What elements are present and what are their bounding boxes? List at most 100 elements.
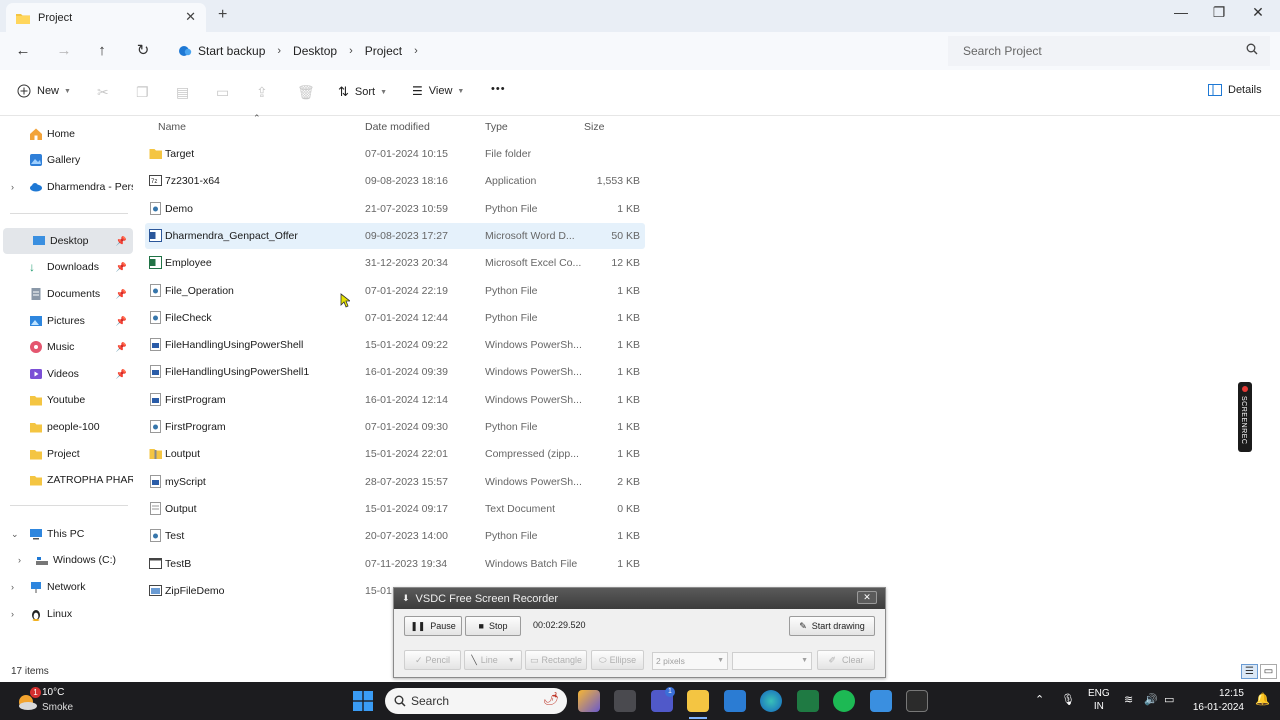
sidebar-item-downloads[interactable]: ↓ Downloads 📌 [0, 254, 133, 280]
file-row[interactable]: Employee 31-12-2023 20:34 Microsoft Excel … [145, 250, 645, 276]
column-header-date[interactable]: Date modified [365, 121, 430, 133]
file-explorer-icon[interactable] [687, 690, 709, 712]
task-view-icon[interactable] [614, 690, 636, 712]
wifi-icon[interactable]: ≋ [1124, 693, 1133, 706]
minimize-button[interactable]: — [1166, 4, 1196, 20]
close-window-button[interactable]: ✕ [1243, 4, 1273, 21]
maximize-button[interactable]: ❐ [1204, 4, 1234, 21]
language-indicator[interactable]: ENG IN [1088, 687, 1110, 713]
notepad-icon[interactable] [870, 690, 892, 712]
start-drawing-button[interactable]: ✎ Start drawing [789, 616, 875, 636]
volume-icon[interactable]: 🔊 [1144, 693, 1158, 706]
back-icon[interactable]: ← [12, 40, 34, 62]
weather-temperature[interactable]: 10°C [42, 687, 64, 698]
line-button[interactable]: ╲ Line ▼ [464, 650, 522, 670]
file-row[interactable]: FirstProgram 07-01-2024 09:30 Python File 1… [145, 414, 645, 440]
column-header-size[interactable]: Size [584, 121, 604, 133]
sort-button[interactable]: ⇅ Sort ▼ [338, 84, 387, 100]
pencil-button[interactable]: ✓ Pencil [404, 650, 461, 670]
sidebar-item-desktop[interactable]: Desktop 📌 [3, 228, 133, 254]
show-hidden-icons-icon[interactable]: ⌃ [1035, 693, 1044, 706]
file-row[interactable]: Demo 21-07-2023 10:59 Python File 1 KB [145, 196, 645, 222]
forward-icon[interactable]: → [53, 40, 75, 62]
sidebar-item-onedrive[interactable]: › Dharmendra - Perso [0, 174, 133, 200]
up-icon[interactable]: ↑ [91, 40, 113, 62]
clear-button[interactable]: ✐ Clear [817, 650, 875, 670]
tab-close-icon[interactable]: ✕ [185, 9, 196, 25]
search-input[interactable]: Search Project [948, 36, 1270, 66]
view-button[interactable]: ☰ View ▼ [412, 84, 464, 98]
tab-project[interactable]: Project ✕ [6, 3, 206, 32]
chevron-right-icon[interactable]: › [11, 582, 14, 592]
cut-icon[interactable]: ✂ [97, 84, 109, 101]
excel-icon[interactable] [797, 690, 819, 712]
paste-icon[interactable]: ▤ [176, 84, 189, 101]
new-tab-button[interactable]: + [218, 6, 227, 24]
notifications-icon[interactable]: 🔔 [1255, 692, 1270, 706]
rename-icon[interactable]: ▭ [216, 84, 229, 101]
sidebar-item-music[interactable]: Music 📌 [0, 334, 133, 360]
pause-button[interactable]: ❚❚ Pause [404, 616, 462, 636]
sidebar-item-project[interactable]: Project [0, 441, 133, 467]
copilot-icon[interactable] [578, 690, 600, 712]
breadcrumb-start-backup[interactable]: Start backup [178, 44, 265, 58]
chevron-right-icon[interactable]: › [18, 555, 21, 565]
spotify-icon[interactable] [833, 690, 855, 712]
new-button[interactable]: New ▼ [17, 84, 71, 98]
file-row[interactable]: Output 15-01-2024 09:17 Text Document 0 KB [145, 496, 645, 522]
sidebar-item-this-pc[interactable]: ⌄ This PC [0, 521, 133, 547]
share-icon[interactable]: ⇪ [256, 84, 268, 101]
sidebar-item-network[interactable]: › Network [0, 574, 133, 600]
file-row[interactable]: Target 07-01-2024 10:15 File folder [145, 141, 645, 167]
details-view-toggle-icon[interactable]: ☰ [1241, 664, 1258, 679]
file-row[interactable]: myScript 28-07-2023 15:57 Windows PowerSh.… [145, 469, 645, 495]
stop-button[interactable]: ■ Stop [465, 616, 521, 636]
sidebar-item-pictures[interactable]: Pictures 📌 [0, 308, 133, 334]
more-options-icon[interactable]: ••• [491, 83, 506, 95]
screenrec-badge[interactable]: SCREENREC [1238, 382, 1252, 452]
windows-start-icon[interactable] [353, 691, 373, 711]
sidebar-item-youtube[interactable]: Youtube [0, 387, 133, 413]
file-row[interactable]: FileHandlingUsingPowerShell 15-01-2024 09… [145, 332, 645, 358]
refresh-icon[interactable]: ↻ [132, 40, 154, 62]
sidebar-item-gallery[interactable]: Gallery [0, 147, 133, 173]
line-width-select[interactable]: 2 pixels ▼ [652, 652, 728, 670]
copy-icon[interactable]: ❐ [136, 84, 149, 101]
chevron-right-icon[interactable]: › [11, 609, 14, 619]
delete-icon[interactable]: 🗑 [297, 84, 315, 101]
file-row[interactable]: File_Operation 07-01-2024 22:19 Python Fil… [145, 278, 645, 304]
file-row[interactable]: Loutput 15-01-2024 22:01 Compressed (zipp.… [145, 441, 645, 467]
sidebar-item-documents[interactable]: Documents 📌 [0, 281, 133, 307]
chevron-right-icon[interactable]: › [414, 45, 418, 57]
file-row[interactable]: FileHandlingUsingPowerShell1 16-01-2024 0… [145, 359, 645, 385]
terminal-icon[interactable] [906, 690, 928, 712]
file-row[interactable]: FileCheck 07-01-2024 12:44 Python File 1 KB [145, 305, 645, 331]
chevron-down-icon[interactable]: ⌄ [11, 529, 19, 540]
file-row[interactable]: Test 20-07-2023 14:00 Python File 1 KB [145, 523, 645, 549]
address-bar[interactable]: Start backup › Desktop › Project › [166, 36, 940, 66]
breadcrumb-desktop[interactable]: Desktop [293, 44, 337, 58]
file-row[interactable]: 7z 7z2301-x64 09-08-2023 18:16 Application 1… [145, 168, 645, 194]
weather-condition[interactable]: Smoke [42, 702, 73, 713]
column-header-type[interactable]: Type [485, 121, 508, 133]
file-row[interactable]: TestB 07-11-2023 19:34 Windows Batch File 1… [145, 551, 645, 577]
sidebar-item-linux[interactable]: › Linux [0, 601, 133, 627]
recorder-title-bar[interactable]: ⬇ VSDC Free Screen Recorder [394, 588, 885, 609]
column-header-name[interactable]: Name [158, 121, 186, 133]
microphone-icon[interactable]: 🎙 [1061, 693, 1075, 706]
tiles-view-toggle-icon[interactable]: ▭ [1260, 664, 1277, 679]
taskbar-search-box[interactable]: Search 🌶 [385, 688, 567, 714]
sidebar-item-home[interactable]: Home [0, 121, 133, 147]
battery-icon[interactable]: ▭ [1164, 693, 1174, 706]
details-button[interactable]: Details [1208, 84, 1262, 96]
mail-icon[interactable] [724, 690, 746, 712]
breadcrumb-project[interactable]: Project [365, 44, 402, 58]
sidebar-item-windows-c[interactable]: › Windows (C:) [0, 547, 133, 573]
recorder-close-icon[interactable]: ✕ [857, 591, 877, 604]
sidebar-item-zatropha[interactable]: ZATROPHA PHARM [0, 467, 133, 493]
file-row[interactable]: FirstProgram 16-01-2024 12:14 Windows Powe… [145, 387, 645, 413]
sidebar-item-videos[interactable]: Videos 📌 [0, 361, 133, 387]
edge-icon[interactable] [760, 690, 782, 712]
clock[interactable]: 12:15 16-01-2024 [1193, 687, 1244, 715]
chevron-right-icon[interactable]: › [11, 182, 14, 192]
